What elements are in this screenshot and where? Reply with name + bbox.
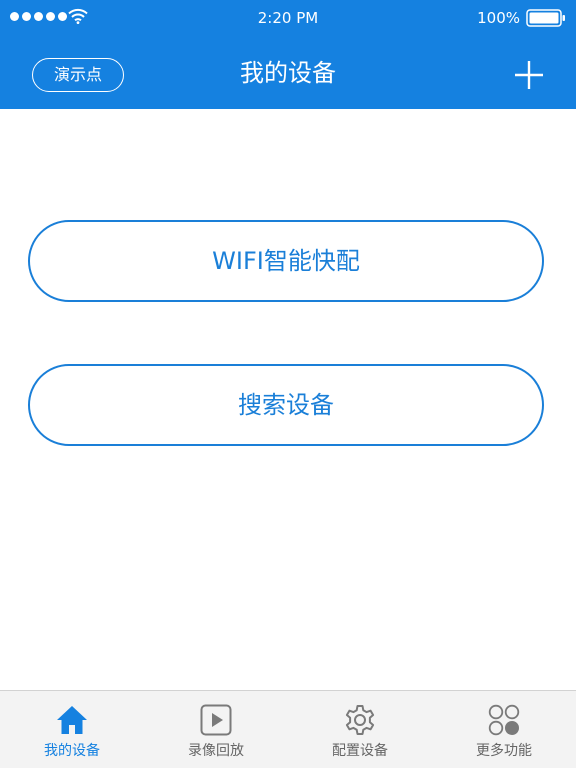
tab-label: 配置设备 <box>332 743 388 759</box>
tab-configure-device[interactable]: 配置设备 <box>288 691 432 768</box>
home-icon <box>57 706 87 734</box>
tab-bar: 我的设备 录像回放 配置设备 更多功能 <box>0 690 576 768</box>
battery-icon <box>526 9 565 27</box>
tab-label: 更多功能 <box>476 743 532 759</box>
tab-playback[interactable]: 录像回放 <box>144 691 288 768</box>
more-circles-icon <box>488 704 520 736</box>
wifi-smart-config-button[interactable]: WIFI智能快配 <box>28 220 544 302</box>
play-icon <box>200 704 232 736</box>
header: 2:20 PM 100% 演示点 我的设备 <box>0 0 576 109</box>
tab-my-devices[interactable]: 我的设备 <box>0 691 144 768</box>
gear-icon <box>345 705 375 735</box>
tab-label: 我的设备 <box>44 743 100 759</box>
status-bar: 2:20 PM 100% <box>0 0 576 36</box>
battery-percentage: 100% <box>477 9 520 27</box>
search-device-button[interactable]: 搜索设备 <box>28 364 544 446</box>
nav-bar: 演示点 我的设备 <box>0 44 576 109</box>
tab-label: 录像回放 <box>188 743 244 759</box>
tab-more-functions[interactable]: 更多功能 <box>432 691 576 768</box>
main-content: WIFI智能快配 搜索设备 <box>0 109 576 690</box>
page-title: 我的设备 <box>240 59 336 87</box>
plus-icon[interactable] <box>512 58 546 92</box>
